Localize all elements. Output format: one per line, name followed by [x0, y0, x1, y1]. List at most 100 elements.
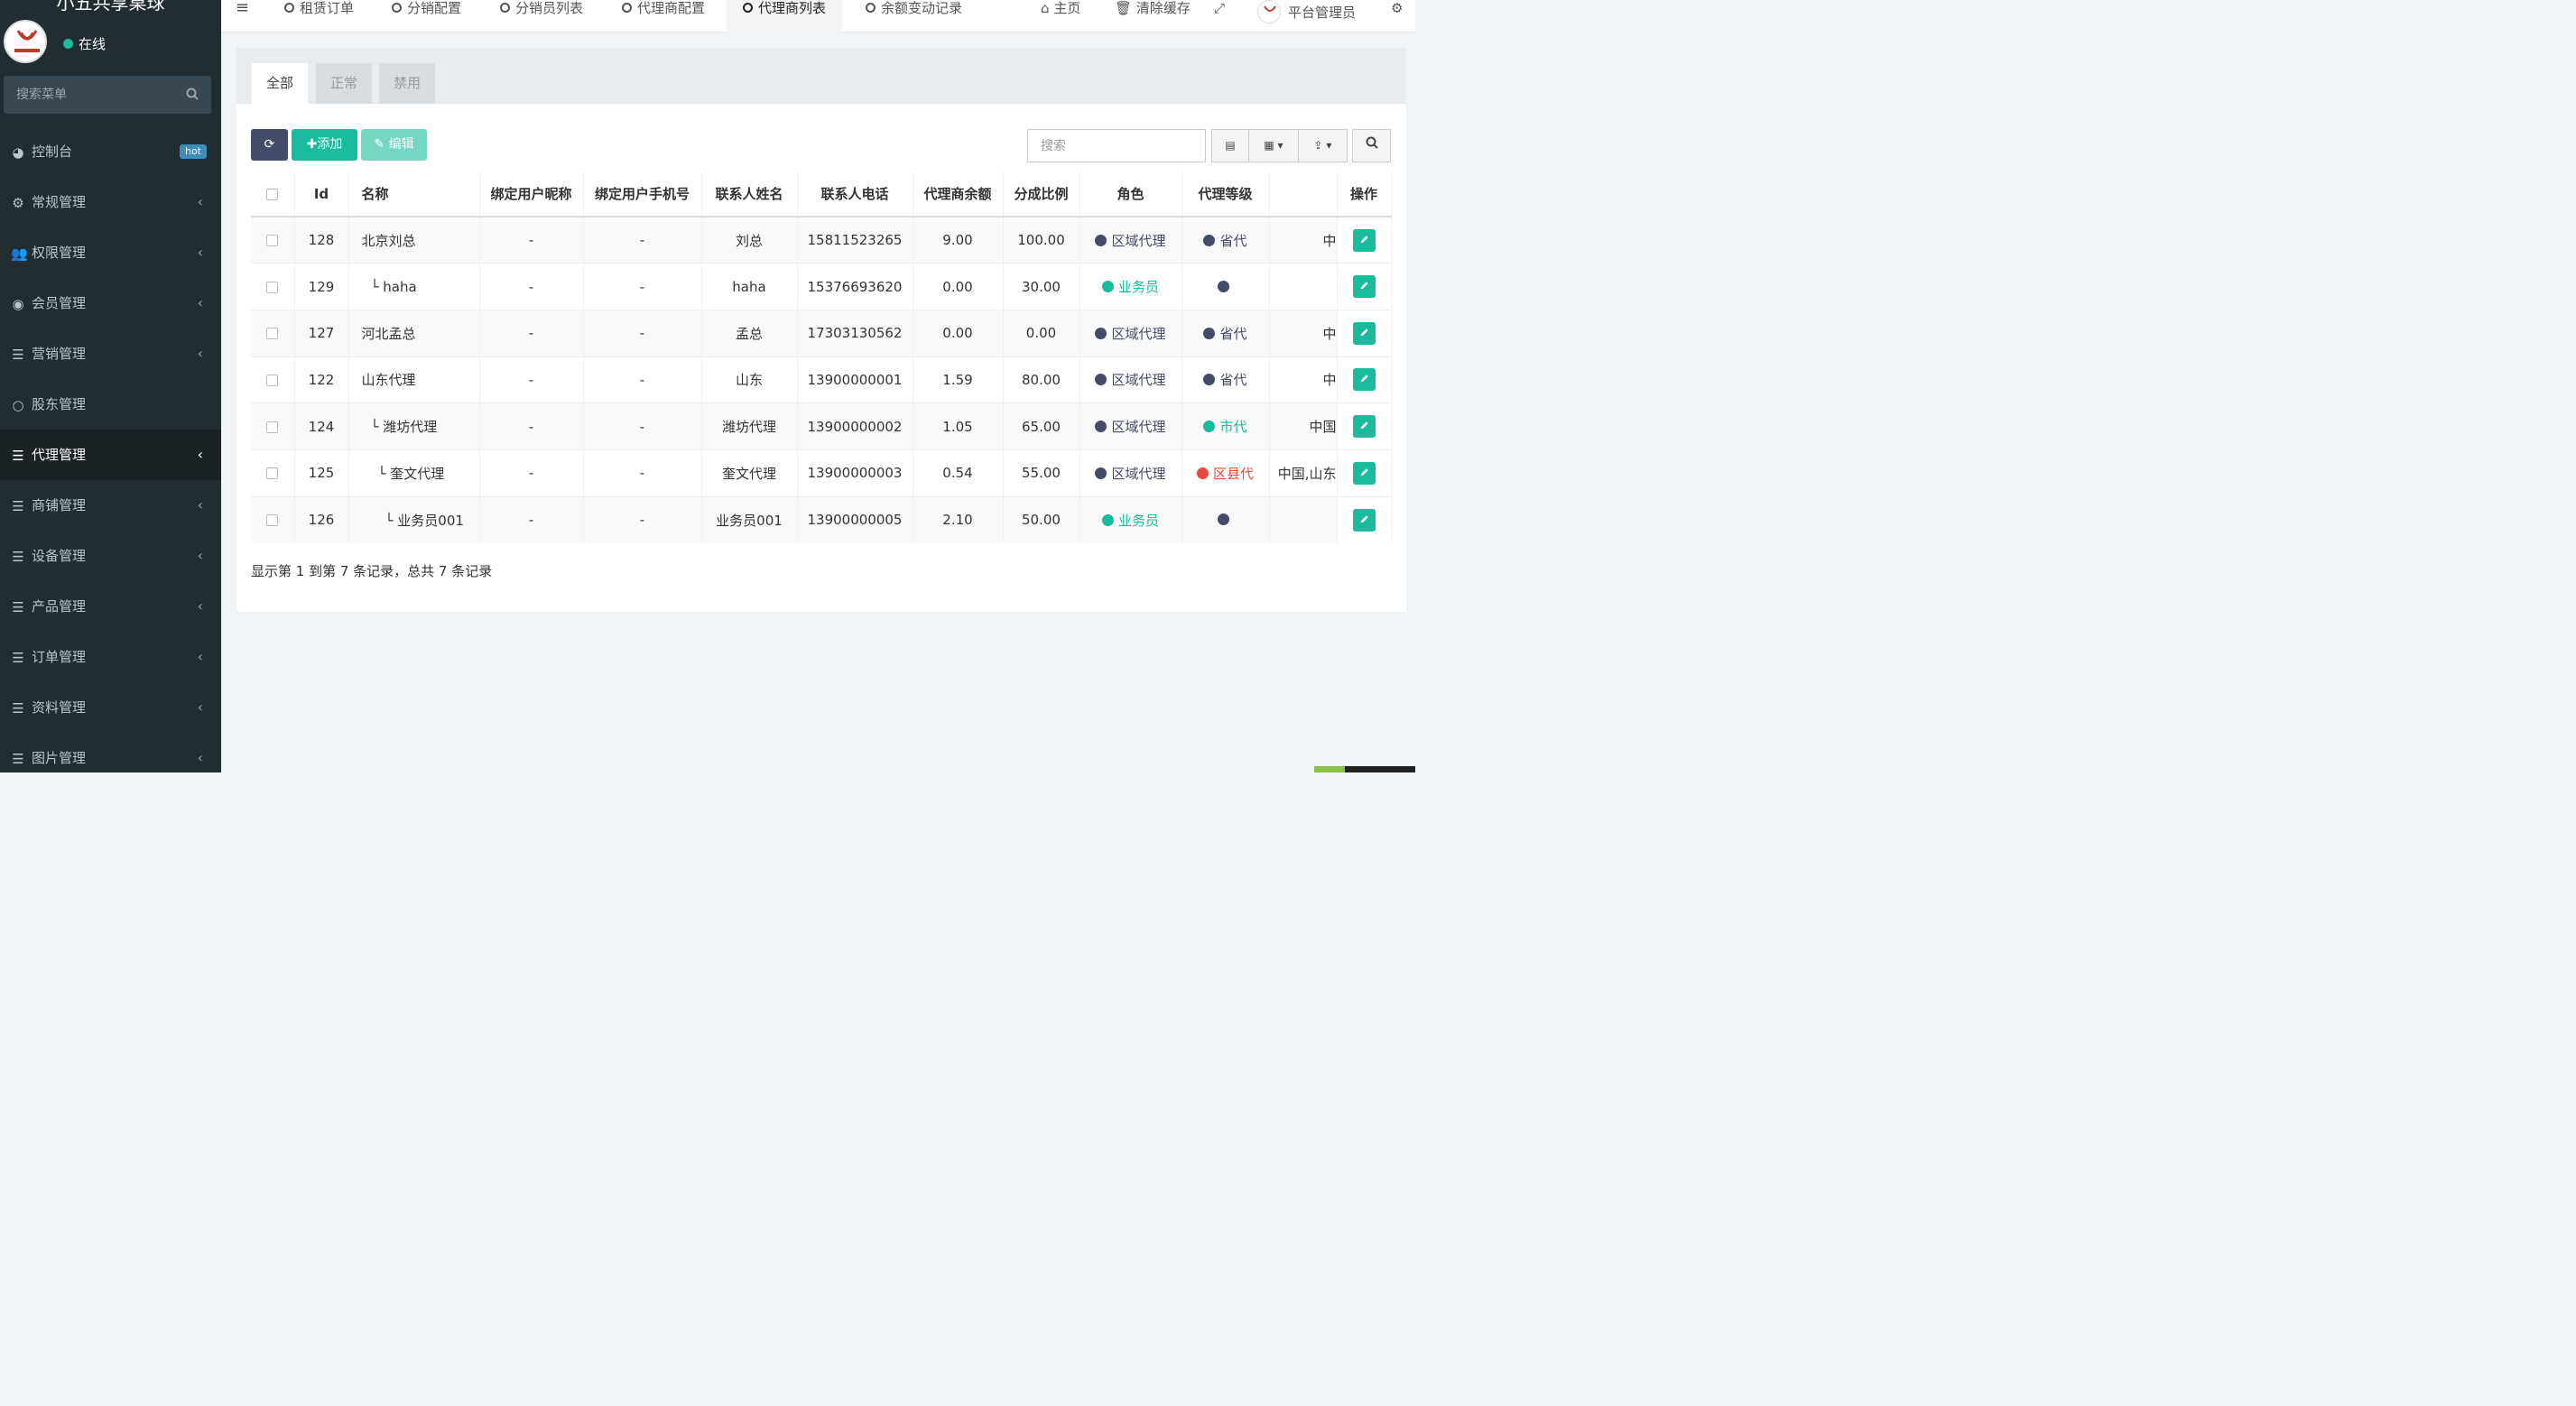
row-checkbox[interactable]: [266, 328, 279, 340]
row-checkbox[interactable]: [266, 421, 279, 433]
row-edit-button[interactable]: [1352, 368, 1376, 392]
cell-contact: 孟总: [701, 309, 798, 357]
col-balance[interactable]: 代理商余额: [913, 171, 1004, 217]
hot-badge: hot: [179, 144, 207, 159]
row-edit-button[interactable]: [1352, 508, 1376, 532]
tab-0[interactable]: 租赁订单: [268, 0, 370, 32]
home-link[interactable]: ⌂ 主页: [1041, 0, 1080, 16]
pencil-icon: ✎: [374, 137, 385, 152]
table-row[interactable]: 127 河北孟总 - - 孟总 17303130562 0.00 0.00 区域代理 省代中: [251, 309, 1392, 357]
export-button[interactable]: ⇪ ▾: [1298, 129, 1348, 162]
table-row[interactable]: 128 北京刘总 - - 刘总 15811523265 9.00 100.00 区域代理 省代中: [251, 216, 1392, 264]
table-row[interactable]: 125 └ 奎文代理 - - 奎文代理 13900000003 0.54 55.00 区域代理区…: [251, 449, 1392, 497]
refresh-button[interactable]: ⟳: [251, 129, 288, 161]
sidebar-item-12[interactable]: ☰ 图片管理 ‹: [0, 733, 221, 772]
edit-button[interactable]: ✎ 编辑: [361, 129, 427, 161]
trash-icon: 🗑: [1115, 0, 1133, 16]
table-search[interactable]: [1027, 129, 1206, 162]
tab-all[interactable]: 全部: [252, 63, 309, 104]
table-row[interactable]: 126 └ 业务员001- - 业务员001 13900000005 2.10 50.00 业…: [251, 495, 1392, 543]
sidebar-item-5[interactable]: ○ 股东管理: [0, 379, 221, 430]
row-edit-button[interactable]: [1352, 415, 1376, 439]
toggle-view-button[interactable]: ▤: [1211, 129, 1249, 162]
row-edit-button[interactable]: [1352, 461, 1376, 485]
sidebar-item-9[interactable]: ☰ 产品管理 ‹: [0, 581, 221, 632]
sidebar-item-10[interactable]: ☰ 订单管理 ‹: [0, 632, 221, 682]
sidebar-item-0[interactable]: ◕ 控制台 hot: [0, 126, 221, 177]
col-level[interactable]: 代理等级: [1181, 171, 1270, 217]
col-actions: 操作: [1337, 171, 1392, 217]
cell-level: 区县代: [1181, 449, 1270, 497]
row-edit-button[interactable]: [1352, 275, 1376, 299]
search-icon[interactable]: [186, 88, 199, 104]
edit-label: 编辑: [388, 137, 414, 152]
sidebar-item-1[interactable]: ⚙ 常规管理 ‹: [0, 177, 221, 227]
col-role[interactable]: 角色: [1080, 171, 1182, 217]
row-checkbox[interactable]: [266, 374, 279, 386]
admin-menu[interactable]: 平台管理员: [1257, 0, 1356, 23]
sidebar-item-2[interactable]: 👥 权限管理 ‹: [0, 227, 221, 278]
cell-name: 河北孟总: [348, 309, 480, 357]
tab-1[interactable]: 分销配置: [375, 0, 477, 32]
row-checkbox[interactable]: [266, 467, 279, 480]
menu-search-input[interactable]: [4, 76, 211, 114]
table-row[interactable]: 122 山东代理 - - 山东 13900000001 1.59 80.00 区域代理 省代中: [251, 356, 1392, 403]
table-row[interactable]: 124 └ 潍坊代理 - - 潍坊代理 13900000002 1.05 65.00 区域代理市…: [251, 402, 1392, 450]
tab-4[interactable]: 代理商列表: [727, 0, 843, 32]
settings-gears-icon[interactable]: ⚙: [1391, 0, 1403, 16]
sidebar-item-4[interactable]: ☰ 营销管理 ‹: [0, 328, 221, 379]
col-phone[interactable]: 绑定用户手机号: [583, 171, 702, 217]
table-search-input[interactable]: [1028, 130, 1205, 162]
columns-button[interactable]: ▦ ▾: [1248, 129, 1299, 162]
list-icon: ☰: [12, 497, 24, 514]
cell-contact: 业务员001: [701, 495, 798, 543]
cell-tel: 13900000003: [797, 449, 913, 497]
row-edit-button[interactable]: [1352, 321, 1376, 345]
circle-icon: [866, 3, 876, 13]
cell-ratio: 55.00: [1003, 449, 1080, 497]
pencil-icon: [1360, 328, 1368, 336]
advanced-search-button[interactable]: [1352, 129, 1391, 162]
row-checkbox[interactable]: [266, 281, 279, 293]
tab-normal[interactable]: 正常: [316, 63, 373, 104]
table-row[interactable]: 129 └ haha - - haha 15376693620 0.00 30.00 业务员: [251, 263, 1392, 310]
col-id[interactable]: Id: [294, 171, 349, 217]
row-checkbox[interactable]: [266, 235, 279, 247]
menu-search[interactable]: [4, 76, 211, 114]
sidebar-menu: ◕ 控制台 hot ⚙ 常规管理 ‹ 👥 权限管理 ‹ ◉ 会员管理 ‹ ☰ 营销管理 ‹ ○ 股东管理 ☰ 代理管…: [0, 126, 221, 772]
cell-ratio: 0.00: [1003, 309, 1080, 357]
tab-3[interactable]: 代理商配置: [606, 0, 721, 32]
select-all-checkbox[interactable]: [266, 188, 279, 200]
role-label: 区域代理: [1111, 325, 1166, 342]
fullscreen-icon[interactable]: ⤢: [1214, 0, 1225, 16]
cell-contact: 奎文代理: [701, 449, 798, 497]
row-checkbox[interactable]: [266, 514, 279, 527]
sidebar-item-7[interactable]: ☰ 商铺管理 ‹: [0, 480, 221, 531]
col-region[interactable]: [1269, 171, 1338, 217]
col-contact[interactable]: 联系人姓名: [701, 171, 798, 217]
cell-phone: -: [583, 402, 702, 450]
add-button[interactable]: ✚添加: [292, 129, 357, 161]
tab-2[interactable]: 分销员列表: [484, 0, 599, 32]
cell-phone: -: [583, 495, 702, 543]
col-ratio[interactable]: 分成比例: [1003, 171, 1080, 217]
sidebar-item-6[interactable]: ☰ 代理管理 ‹: [0, 430, 221, 480]
group-icon: 👥: [11, 245, 28, 262]
tab-disabled[interactable]: 禁用: [379, 63, 436, 104]
row-edit-button[interactable]: [1352, 228, 1376, 252]
sidebar-item-8[interactable]: ☰ 设备管理 ‹: [0, 531, 221, 581]
tab-label: 分销配置: [407, 0, 462, 16]
cell-region: [1269, 263, 1338, 310]
col-nickname[interactable]: 绑定用户昵称: [479, 171, 584, 217]
tab-5[interactable]: 余额变动记录: [849, 0, 978, 32]
level-dot-icon: [1203, 421, 1216, 433]
menu-toggle-icon[interactable]: ≡: [236, 0, 249, 16]
row-select-cell: [251, 402, 295, 450]
avatar[interactable]: [4, 20, 47, 63]
admin-avatar: [1257, 0, 1281, 23]
clear-cache-link[interactable]: 🗑 清除缓存: [1115, 0, 1191, 16]
sidebar-item-11[interactable]: ☰ 资料管理 ‹: [0, 682, 221, 733]
col-name[interactable]: 名称: [348, 171, 480, 217]
col-tel[interactable]: 联系人电话: [797, 171, 913, 217]
sidebar-item-3[interactable]: ◉ 会员管理 ‹: [0, 278, 221, 328]
